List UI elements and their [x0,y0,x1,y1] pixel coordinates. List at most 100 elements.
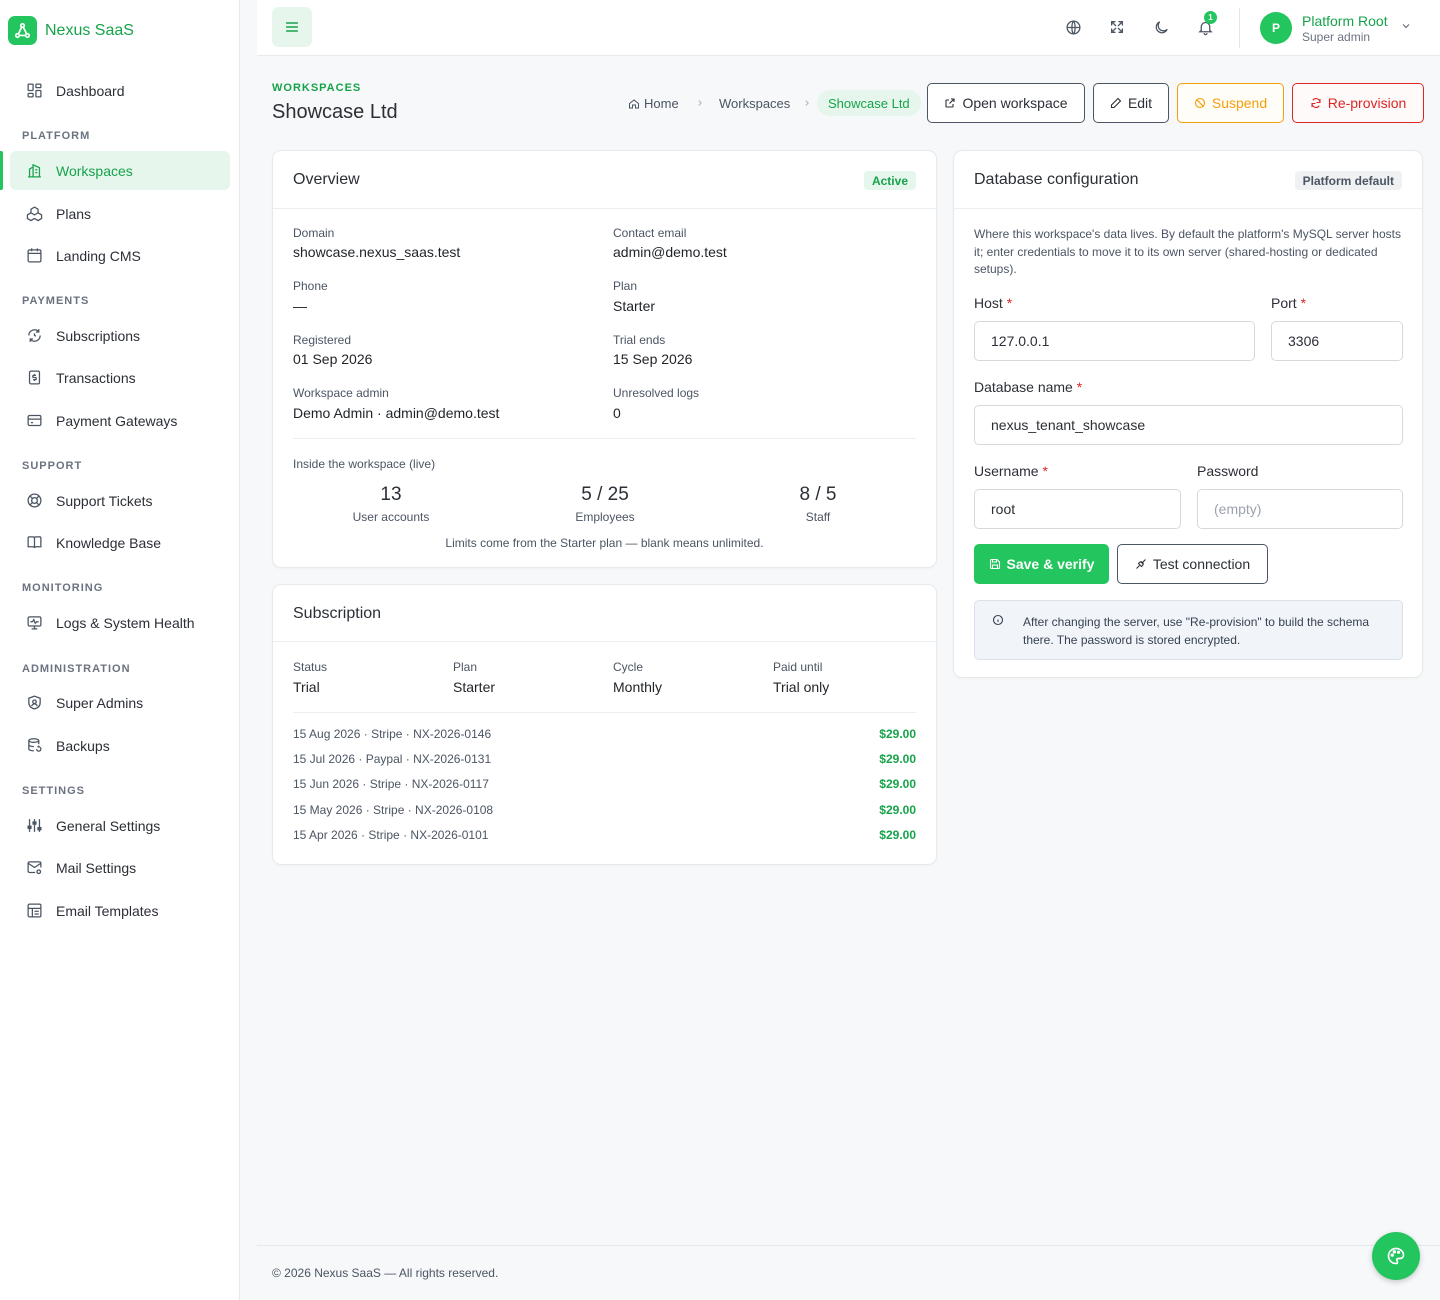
payment-row: 15 Apr 2026 · Stripe · NX-2026-0101 $29.… [293,828,916,846]
sidebar-item-plans[interactable]: Plans [10,194,230,233]
language-button[interactable] [1055,8,1091,46]
theme-toggle-button[interactable] [1143,8,1179,46]
button-label: Edit [1127,95,1153,111]
chevron-down-icon[interactable] [1400,20,1412,32]
plan-value: Starter [613,298,656,314]
info-alert: After changing the server, use "Re-provi… [974,600,1403,660]
sidebar-item-label: Knowledge Base [56,534,162,551]
sidebar-item-label: General Settings [56,817,161,834]
info-text: After changing the server, use "Re-provi… [1023,615,1370,647]
username-input[interactable] [974,489,1181,529]
breadcrumb-home[interactable]: Home [628,96,679,111]
sidebar-item-backups[interactable]: Backups [10,726,230,765]
user-name[interactable]: Platform Root [1302,13,1388,29]
breadcrumb-current: Showcase Ltd [817,90,921,116]
nexus-logo-icon [8,16,37,45]
ban-icon [1194,97,1205,109]
breadcrumb-workspaces[interactable]: Workspaces [719,96,790,111]
sidebar-item-knowledge-base[interactable]: Knowledge Base [10,523,230,562]
port-label: Port * [1271,295,1307,311]
label-text: Port [1271,295,1297,311]
menu-toggle-button[interactable] [272,7,312,47]
active-indicator [0,151,3,190]
breadcrumb-separator-icon [802,98,812,108]
user-role: Super admin [1302,30,1371,44]
avatar[interactable]: P [1260,12,1292,44]
topbar: 1 P Platform Root Super admin [257,0,1440,56]
workspace-admin-value: Demo Admin · admin@demo.test [293,405,500,421]
sidebar-item-workspaces[interactable]: Workspaces [10,151,230,190]
sidebar-item-dashboard[interactable]: Dashboard [10,71,230,110]
trial-ends-value: 15 Sep 2026 [613,351,693,367]
breadcrumb-separator-icon [695,98,705,108]
live-section-title: Inside the workspace (live) [293,457,436,471]
breadcrumb-label: Workspaces [719,96,791,111]
sidebar-item-support-tickets[interactable]: Support Tickets [10,481,230,520]
sidebar-item-subscriptions[interactable]: Subscriptions [10,316,230,355]
status-badge: Active [863,171,916,190]
sidebar-item-label: Dashboard [56,82,125,99]
unresolved-logs-value: 0 [613,405,621,421]
subscription-card: Subscription Status Trial Plan Starter C… [272,584,937,865]
sidebar-item-label: Support Tickets [56,492,153,509]
transactions-icon [26,369,43,386]
plans-icon [26,205,43,222]
external-link-icon [945,98,956,108]
database-config-card: Database configuration Platform default … [953,150,1423,678]
payment-description: 15 Aug 2026 · Stripe · NX-2026-0146 [293,727,492,741]
button-label: Test connection [1152,556,1251,572]
field-label: Cycle [613,660,644,674]
sidebar-item-label: Logs & System Health [56,614,195,631]
brand[interactable]: Nexus SaaS [8,16,134,45]
edit-button[interactable]: Edit [1093,83,1169,123]
dashboard-icon [26,82,43,99]
reprovision-button[interactable]: Re-provision [1292,83,1424,123]
subscription-paid-until-value: Trial only [773,679,830,695]
port-input[interactable] [1271,321,1403,361]
database-name-input[interactable] [974,405,1403,445]
payment-row: 15 Jun 2026 · Stripe · NX-2026-0117 $29.… [293,777,916,795]
test-connection-button[interactable]: Test connection [1117,544,1268,584]
field-label: Unresolved logs [613,386,700,400]
sidebar-item-landing-cms[interactable]: Landing CMS [10,236,230,275]
field-label: Plan [453,660,478,674]
username-label: Username * [974,463,1048,479]
save-verify-button[interactable]: Save & verify [974,544,1109,584]
sidebar-item-general-settings[interactable]: General Settings [10,806,230,845]
sidebar-item-mail-settings[interactable]: Mail Settings [10,848,230,887]
theme-customizer-button[interactable] [1372,1232,1420,1280]
payment-amount: $29.00 [879,777,916,791]
button-label: Open workspace [962,95,1068,111]
sidebar-item-logs[interactable]: Logs & System Health [10,603,230,642]
workspaces-icon [26,162,43,179]
save-icon [989,558,1000,570]
suspend-button[interactable]: Suspend [1177,83,1284,123]
field-label: Plan [613,279,638,293]
payment-amount: $29.00 [879,828,916,842]
sidebar-item-payment-gateways[interactable]: Payment Gateways [10,401,230,440]
hamburger-icon [285,22,299,32]
sidebar-item-email-templates[interactable]: Email Templates [10,891,230,930]
globe-icon [1065,19,1081,35]
label-text: Database name [974,379,1073,395]
button-label: Suspend [1211,95,1268,111]
open-workspace-button[interactable]: Open workspace [927,83,1085,123]
section-heading-support: SUPPORT [22,460,83,472]
password-label: Password [1197,463,1259,479]
overview-card: Overview Active Domain showcase.nexus_sa… [272,150,937,568]
contact-email-value: admin@demo.test [613,244,727,260]
payment-description: 15 Apr 2026 · Stripe · NX-2026-0101 [293,828,489,842]
host-input[interactable] [974,321,1255,361]
sidebar-item-transactions[interactable]: Transactions [10,358,230,397]
sidebar-item-label: Workspaces [56,162,133,179]
database-name-label: Database name * [974,379,1083,395]
subscription-plan-value: Starter [453,679,496,695]
notifications-button[interactable]: 1 [1187,8,1223,46]
fullscreen-button[interactable] [1099,8,1135,46]
label-text: Username [974,463,1039,479]
divider [954,208,1422,209]
sidebar-item-super-admins[interactable]: Super Admins [10,683,230,722]
stat-label: Staff [805,510,831,524]
subscription-status-value: Trial [293,679,320,695]
password-input[interactable] [1197,489,1403,529]
